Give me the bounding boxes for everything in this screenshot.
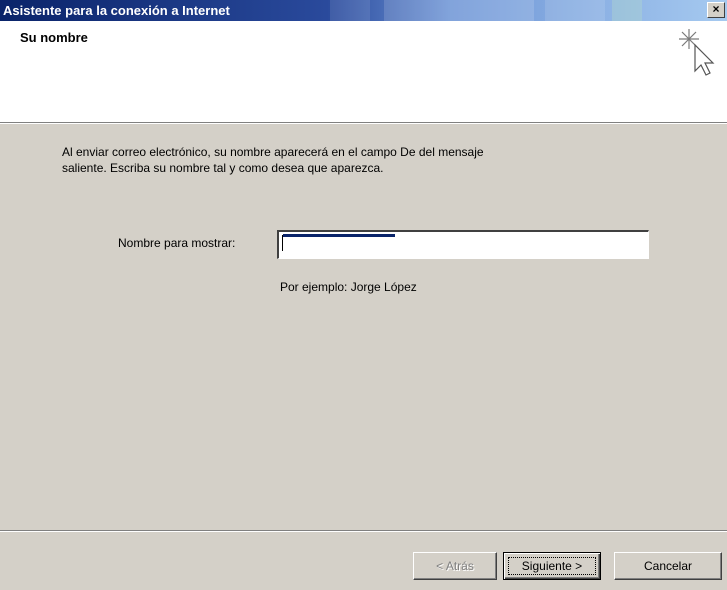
text-caret xyxy=(282,235,283,251)
footer-divider xyxy=(0,530,727,532)
title-bar-stripe xyxy=(612,0,642,21)
wizard-header: Su nombre xyxy=(0,21,727,122)
intro-text: Al enviar correo electrónico, su nombre … xyxy=(62,144,682,176)
header-divider xyxy=(0,122,727,124)
wizard-window: Asistente para la conexión a Internet × … xyxy=(0,0,727,590)
next-button[interactable]: Siguiente > xyxy=(503,552,601,580)
cancel-button[interactable]: Cancelar xyxy=(614,552,722,580)
close-button[interactable]: × xyxy=(707,2,725,18)
title-bar[interactable]: Asistente para la conexión a Internet × xyxy=(0,0,727,21)
page-title: Su nombre xyxy=(20,30,88,45)
wizard-cursor-icon xyxy=(679,29,715,76)
back-button[interactable]: < Atrás xyxy=(413,552,497,580)
title-bar-stripe xyxy=(384,0,534,21)
back-button-label: < Atrás xyxy=(436,558,474,573)
display-name-label: Nombre para mostrar: xyxy=(118,236,236,250)
text-selection-highlight xyxy=(283,234,395,237)
window-title: Asistente para la conexión a Internet xyxy=(3,3,230,18)
intro-line: Al enviar correo electrónico, su nombre … xyxy=(62,145,484,159)
title-bar-stripe xyxy=(330,0,370,21)
title-bar-stripe xyxy=(545,0,605,21)
example-hint: Por ejemplo: Jorge López xyxy=(280,280,417,294)
next-button-label: Siguiente > xyxy=(521,558,583,573)
cancel-button-label: Cancelar xyxy=(643,558,693,573)
close-icon: × xyxy=(712,2,720,16)
intro-line: saliente. Escriba su nombre tal y como d… xyxy=(62,161,384,175)
